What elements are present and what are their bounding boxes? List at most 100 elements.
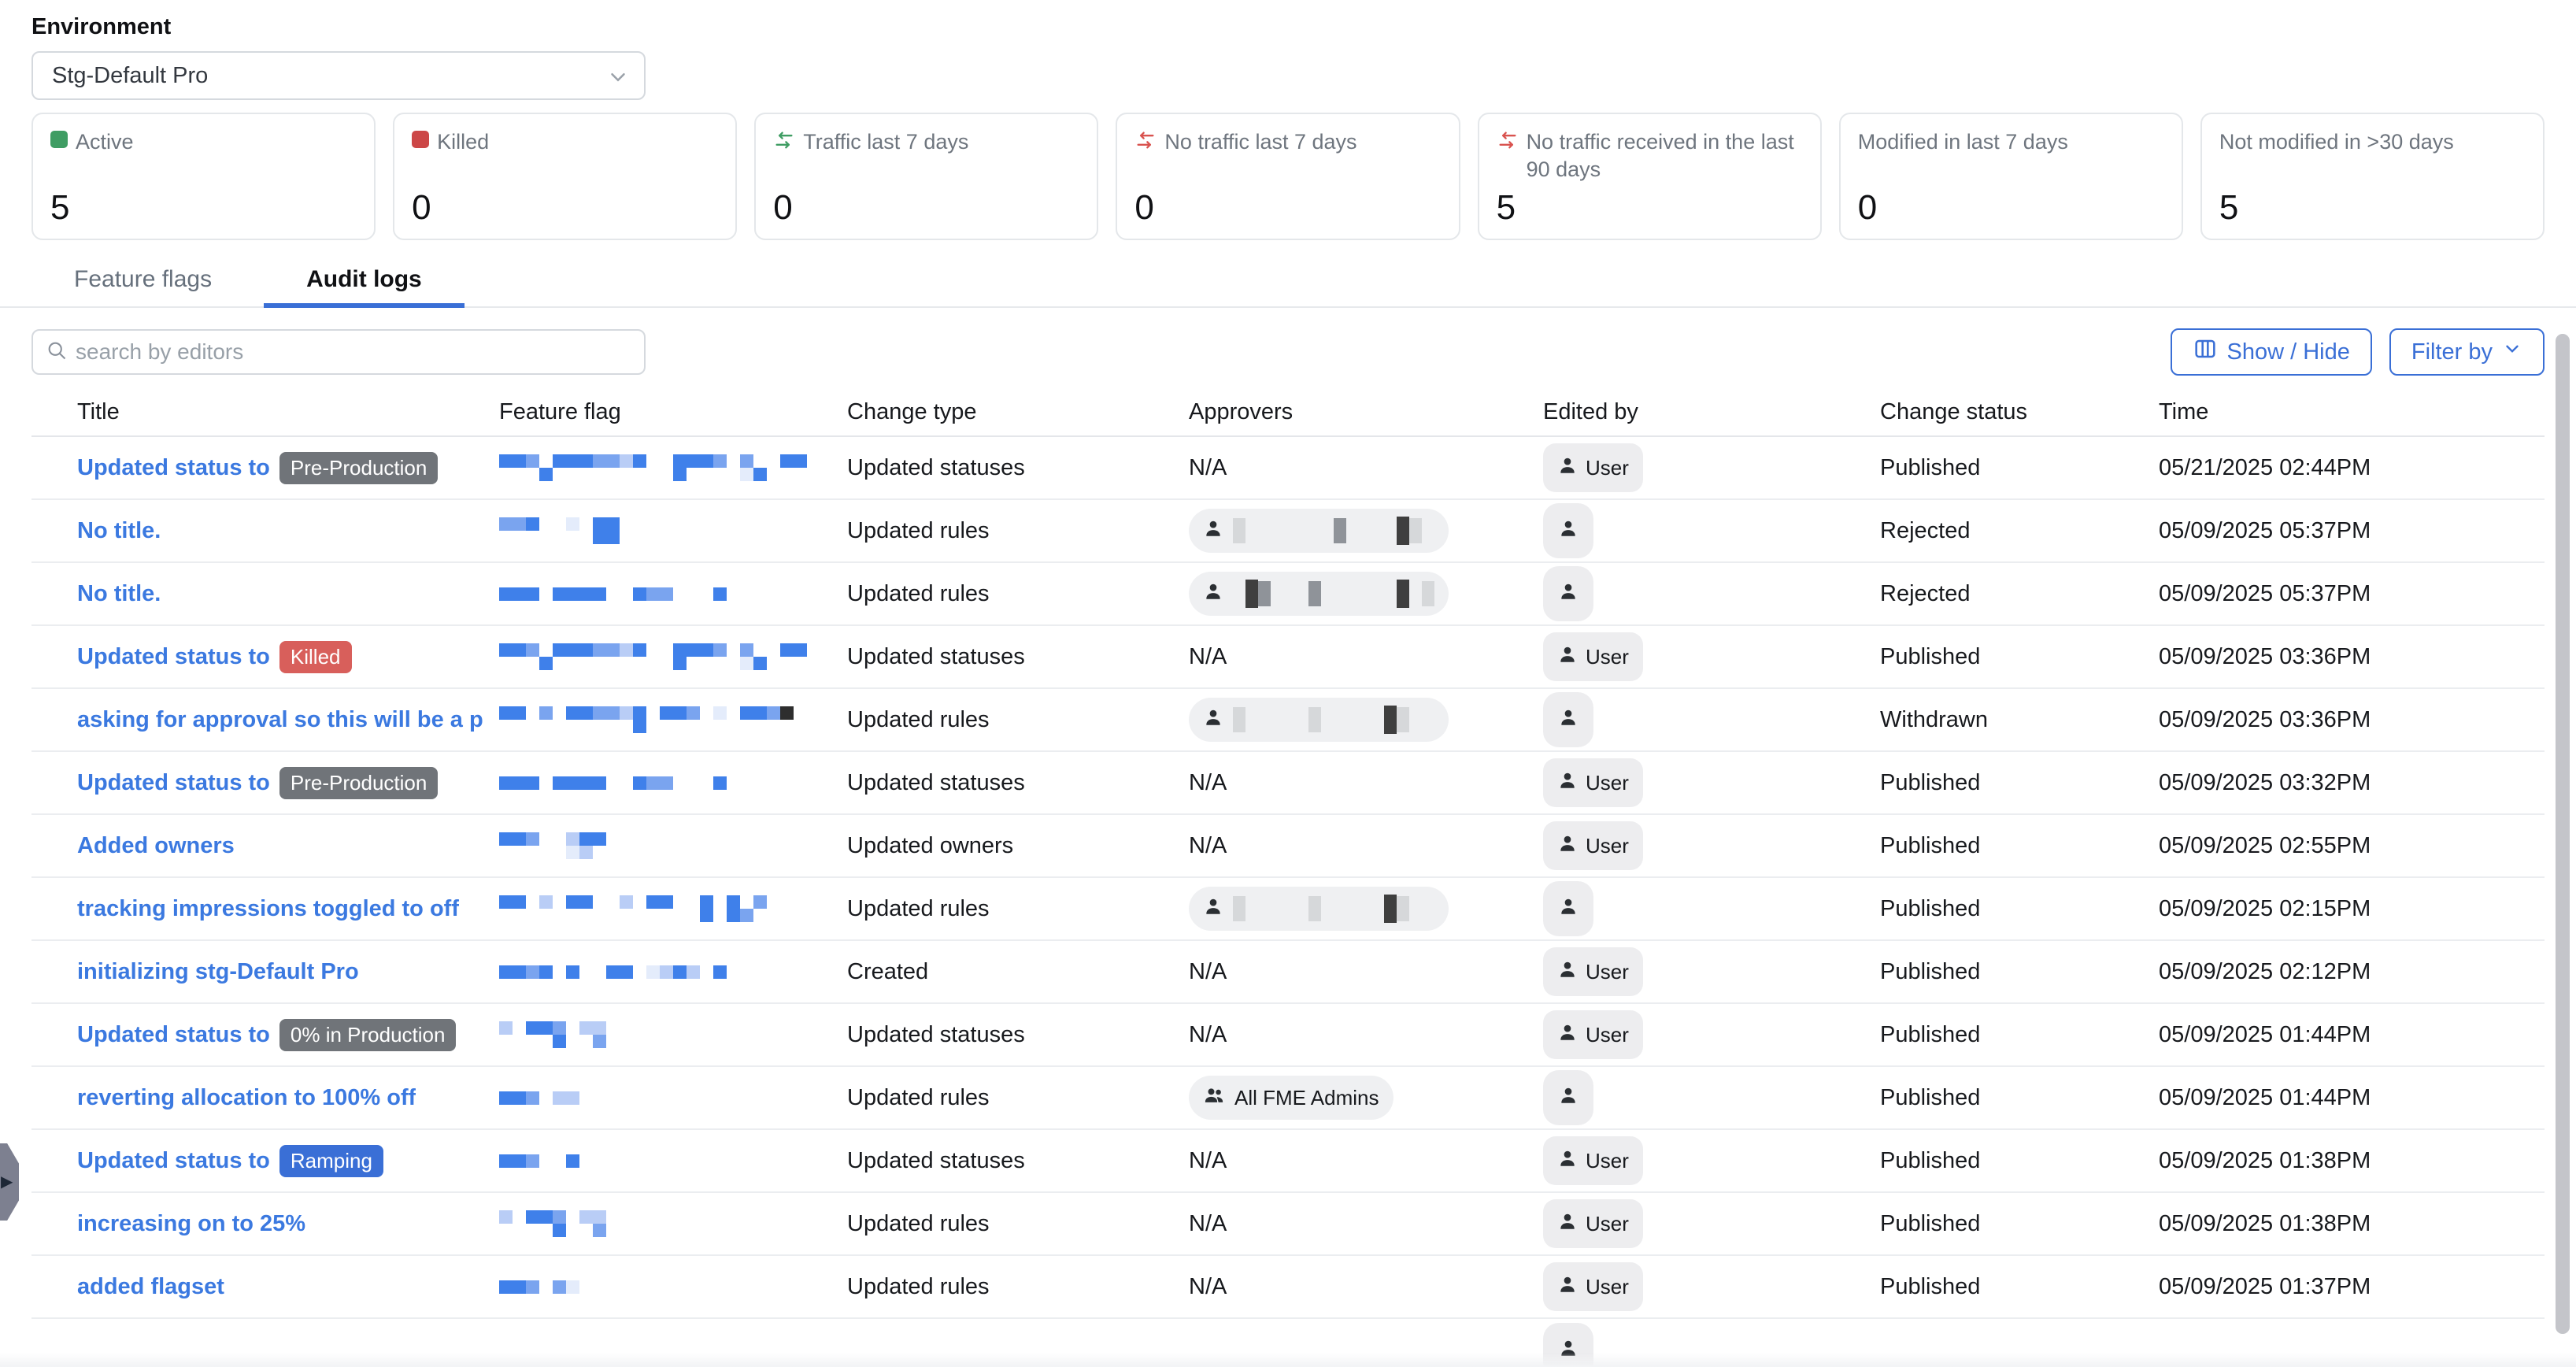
redaction-pixel [553, 1021, 566, 1035]
redaction-pixel [646, 720, 660, 733]
redaction-pixel [593, 846, 606, 859]
audit-title-link[interactable]: added flagset [77, 1274, 224, 1300]
audit-title-link[interactable]: Updated status to [77, 770, 270, 796]
stat-card: Traffic last 7 days0 [754, 113, 1098, 240]
redaction-pixel [740, 909, 753, 922]
redaction-pixel [553, 517, 566, 531]
vertical-scrollbar[interactable] [2556, 334, 2570, 1334]
show-hide-button[interactable]: Show / Hide [2171, 328, 2372, 376]
feature-flag-redacted [499, 895, 767, 922]
redaction-pixel [593, 965, 606, 979]
redaction-row [499, 706, 794, 720]
audit-title-link[interactable]: Updated status to [77, 455, 270, 481]
redaction-pixel [593, 1021, 606, 1035]
editor-pill: User [1543, 821, 1643, 870]
redaction-pixel [513, 1280, 526, 1294]
user-icon [1558, 1085, 1579, 1111]
redaction-pixel [620, 468, 633, 481]
redaction-pixel [499, 1224, 513, 1237]
editor-pill [1543, 881, 1593, 936]
redaction-pixel [767, 468, 780, 481]
audit-title-link[interactable]: Updated status to [77, 1148, 270, 1174]
columns-icon [2193, 336, 2218, 368]
redaction-pixel [660, 643, 673, 657]
environment-select[interactable]: Stg-Default Pro [31, 51, 646, 100]
change-status-cell: Rejected [1880, 581, 2159, 607]
audit-title-link[interactable]: Updated status to [77, 1022, 270, 1048]
table-row: No title.Updated rulesRejected05/09/2025… [31, 500, 2545, 563]
redaction-block [1296, 581, 1308, 606]
status-badge: Pre-Production [279, 767, 438, 799]
redaction-pixel [687, 468, 700, 481]
approvers-cell: N/A [1189, 1148, 1543, 1174]
redaction-pixel [660, 706, 673, 720]
redaction-block [1296, 518, 1308, 543]
redaction-pixel [727, 706, 740, 720]
redaction-pixel [673, 909, 687, 922]
stat-value: 0 [773, 188, 1079, 228]
stat-label: Modified in last 7 days [1858, 128, 2068, 156]
audit-title-link[interactable]: tracking impressions toggled to off [77, 896, 459, 922]
title-cell: asking for approval so this will be a pe [77, 707, 499, 733]
editor-pill [1543, 1070, 1593, 1125]
time-cell: 05/09/2025 01:38PM [2159, 1211, 2513, 1237]
change-status-cell: Published [1880, 896, 2159, 922]
audit-title-link[interactable]: No title. [77, 518, 161, 544]
edited-by-cell [1543, 1070, 1880, 1125]
redaction-pixel [526, 776, 539, 790]
redaction-pixel [553, 587, 566, 601]
redaction-pixel [499, 965, 513, 979]
redaction-pixel [620, 587, 633, 601]
tab-feature-flags[interactable]: Feature flags [31, 256, 254, 308]
audit-title-link[interactable]: initializing stg-Default Pro [77, 959, 359, 985]
audit-title-link[interactable]: No title. [77, 581, 161, 607]
redaction-pixel [593, 706, 606, 720]
redaction-pixel [553, 1035, 566, 1048]
redaction-pixel [526, 454, 539, 468]
redaction-pixel [579, 468, 593, 481]
redaction-pixel [579, 454, 593, 468]
audit-title-link[interactable]: Added owners [77, 833, 235, 859]
search-box[interactable] [31, 329, 646, 375]
stat-value: 0 [1134, 188, 1441, 228]
feature-flag-cell [499, 1193, 847, 1254]
redaction-pixel [780, 643, 794, 657]
redaction-block [1233, 707, 1245, 732]
redaction-pixel [687, 776, 700, 790]
editor-pill [1543, 566, 1593, 621]
redaction-pixel [499, 1035, 513, 1048]
redaction-pixel [553, 1154, 566, 1168]
redaction-pixel [579, 720, 593, 733]
filter-by-button[interactable]: Filter by [2389, 328, 2545, 376]
redaction-pixel [646, 965, 660, 979]
approver-group-label: All FME Admins [1234, 1086, 1379, 1110]
redaction-row [499, 895, 767, 909]
change-type-cell: Updated rules [847, 581, 1189, 607]
audit-title-link[interactable]: Updated status to [77, 644, 270, 670]
redaction-pixel [579, 1021, 593, 1035]
approvers-cell: N/A [1189, 1274, 1543, 1300]
audit-title-link[interactable]: asking for approval so this will be a pe [77, 707, 483, 733]
change-type-cell: Updated statuses [847, 1022, 1189, 1048]
edited-by-cell: User [1543, 632, 1880, 681]
toolbar: Show / Hide Filter by [31, 328, 2545, 376]
redaction-pixel [753, 720, 767, 733]
table-row: Updated status toPre-ProductionUpdated s… [31, 752, 2545, 815]
stat-card-header: Not modified in >30 days [2219, 128, 2526, 156]
change-status-cell: Published [1880, 644, 2159, 670]
column-header: Change type [847, 399, 1189, 425]
redaction-pixel [526, 1154, 539, 1168]
redaction-pixel [593, 776, 606, 790]
audit-title-link[interactable]: increasing on to 25% [77, 1211, 305, 1237]
feature-flag-cell [499, 1274, 847, 1300]
search-input[interactable] [76, 339, 631, 365]
redaction-block [1409, 896, 1422, 921]
redaction-pixel [767, 657, 780, 670]
edited-by-cell [1543, 692, 1880, 747]
redaction-pixel [700, 720, 713, 733]
redaction-block [1422, 581, 1434, 606]
tab-audit-logs[interactable]: Audit logs [264, 256, 464, 308]
redaction-pixel [780, 468, 794, 481]
audit-title-link[interactable]: reverting allocation to 100% off [77, 1085, 416, 1111]
feature-flag-cell [499, 563, 847, 624]
